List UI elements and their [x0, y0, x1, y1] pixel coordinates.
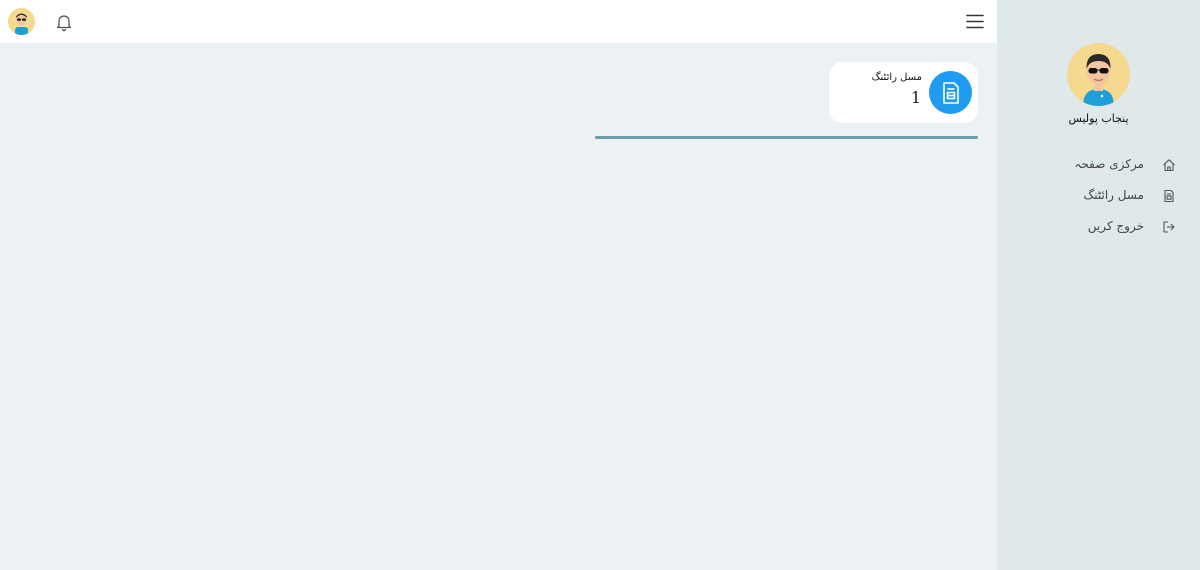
bell-icon[interactable] — [54, 12, 74, 32]
sidebar-item-label: خروج کریں — [1087, 218, 1144, 233]
user-avatar[interactable] — [8, 8, 35, 35]
sidebar-item-label: مرکزی صفحہ — [1074, 156, 1144, 171]
document-icon — [942, 81, 959, 104]
hamburger-icon[interactable] — [965, 13, 985, 30]
sidebar-item-writing[interactable]: مسل رائٹنگ — [997, 179, 1200, 210]
document-icon — [1162, 188, 1176, 202]
username: پنجاب پولیس — [1068, 112, 1129, 125]
sidebar-nav: مرکزی صفحہ مسل رائٹنگ خروج کریں — [997, 148, 1200, 241]
card-count: 1 — [910, 88, 921, 107]
card-icon-circle — [929, 71, 972, 114]
logout-icon — [1162, 219, 1176, 233]
profile-avatar — [1067, 43, 1130, 106]
home-icon — [1162, 157, 1176, 171]
card-title: مسل رائٹنگ — [871, 72, 922, 83]
sidebar: پنجاب پولیس مرکزی صفحہ مسل رائٹنگ خروج ک… — [997, 0, 1200, 570]
sidebar-item-label: مسل رائٹنگ — [1083, 187, 1145, 202]
stat-card[interactable]: مسل رائٹنگ 1 — [829, 62, 978, 123]
progress-bar — [595, 136, 978, 139]
sidebar-item-home[interactable]: مرکزی صفحہ — [997, 148, 1200, 179]
sidebar-item-logout[interactable]: خروج کریں — [997, 210, 1200, 241]
top-bar — [0, 0, 997, 43]
